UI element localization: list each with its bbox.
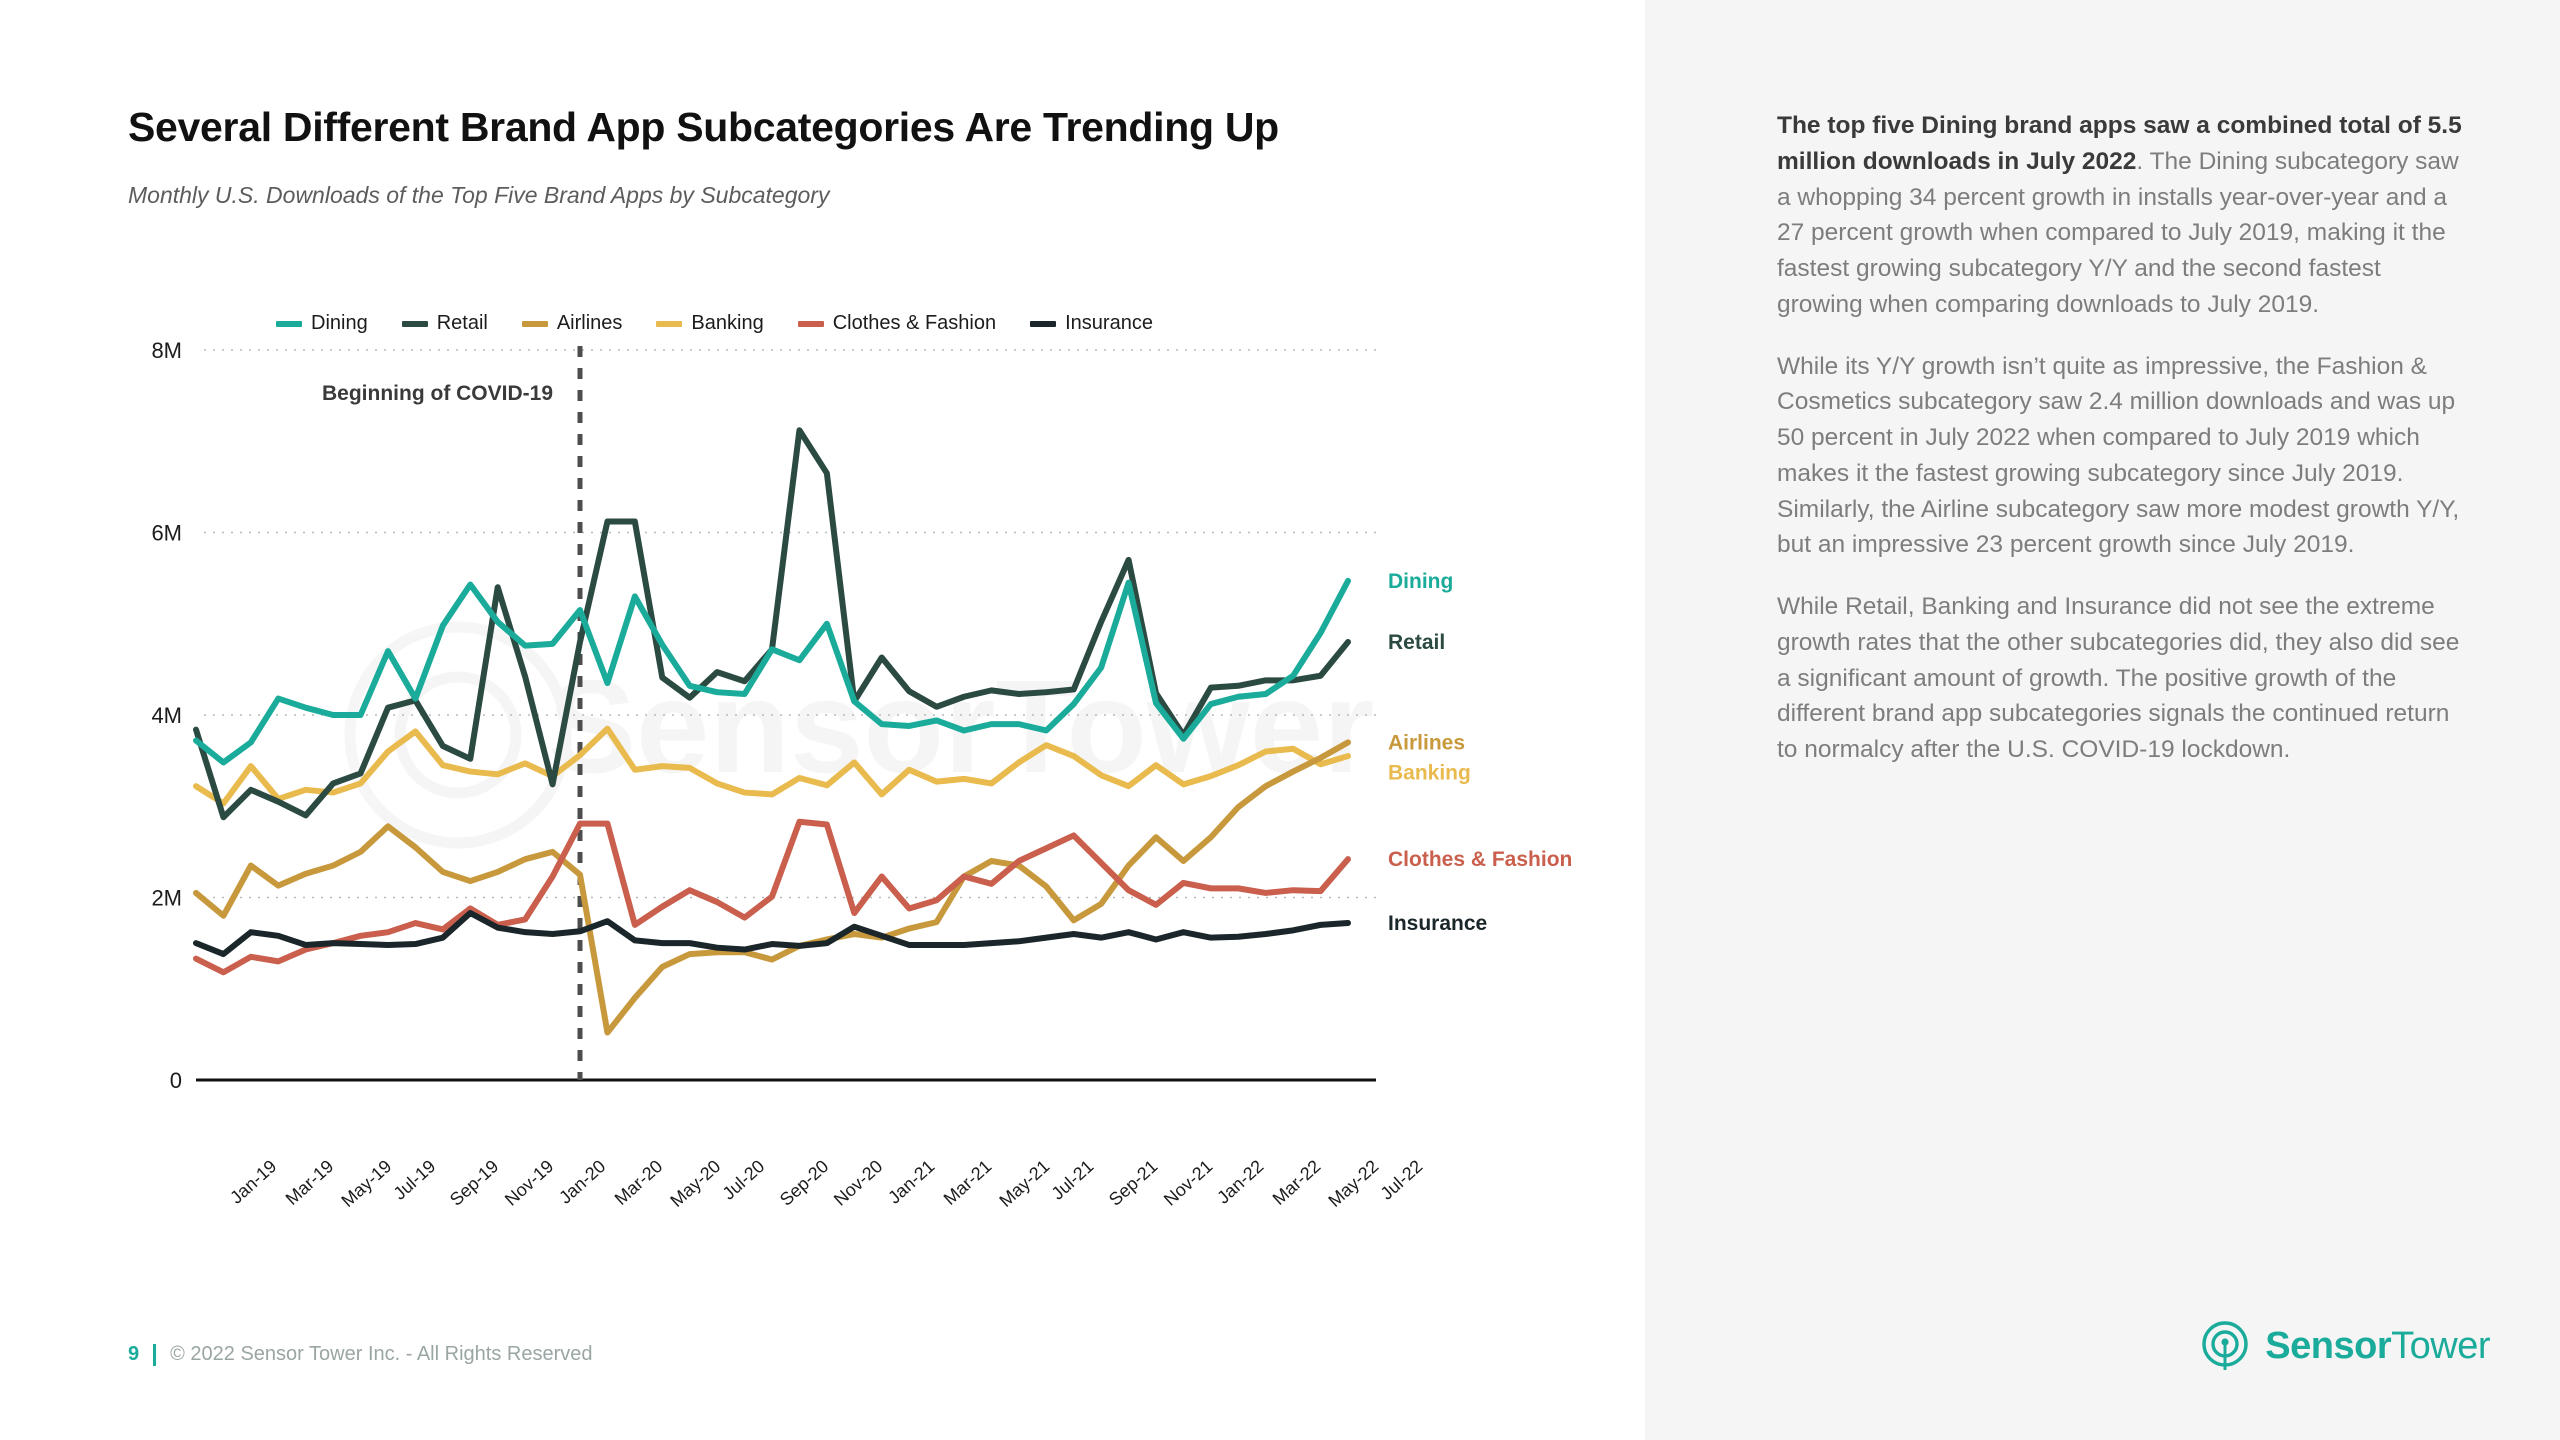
x-axis-tick-label: Jan-20 [555,1156,610,1208]
x-axis-tick-label: Nov-21 [1159,1156,1216,1210]
commentary-paragraph: The top five Dining brand apps saw a com… [1777,108,2467,323]
x-axis-tick-label: Jan-19 [226,1156,281,1208]
legend-item-airlines[interactable]: Airlines [521,312,623,335]
legend-item-banking[interactable]: Banking [656,312,764,335]
legend-item-dining[interactable]: Dining [276,312,368,335]
x-axis-tick-label: Sep-20 [775,1156,832,1210]
copyright-text: © 2022 Sensor Tower Inc. - All Rights Re… [170,1343,593,1365]
x-axis-tick-label: Jul-19 [389,1156,439,1204]
x-axis-tick-label: Jan-21 [884,1156,939,1208]
chart-panel: Several Different Brand App Subcategorie… [0,0,1645,1440]
slide-root: Several Different Brand App Subcategorie… [0,0,2560,1440]
y-axis-tick-label: 8M [151,340,182,363]
x-axis-tick-label: Mar-20 [610,1156,667,1210]
series-end-label-banking: Banking [1388,761,1471,784]
legend-item-label: Clothes & Fashion [832,312,997,334]
x-axis-tick-label: Jul-20 [718,1156,769,1204]
legend-item-label: Banking [691,312,764,334]
x-axis-tick-label: Mar-19 [281,1156,338,1210]
x-axis-tick-label: May-19 [337,1156,396,1212]
logo-wordmark: SensorTower [2265,1325,2490,1368]
series-end-label-dining: Dining [1388,570,1453,593]
legend-swatch-icon [797,320,824,327]
series-end-label-retail: Retail [1388,631,1445,654]
x-axis-tick-label: Sep-19 [446,1156,503,1210]
footer-divider [153,1343,157,1366]
logo-brand-light: Tower [2391,1324,2490,1367]
sensor-tower-watermark: SensorTower [344,621,1374,849]
x-axis-tick-label: Sep-21 [1104,1156,1162,1210]
legend-item-insurance[interactable]: Insurance [1030,312,1153,335]
x-axis-tick-label: Nov-19 [501,1156,558,1210]
x-axis-tick-labels: Jan-19 Mar-19 May-19 Jul-19 Sep-19 Nov-19 Jan-… [128,1150,1628,1260]
x-axis-tick-label: Jan-22 [1213,1156,1268,1208]
line-chart: SensorTower 0 2M 4M 6M 8M Dining Retail Airlines… [128,340,1628,1140]
series-end-label-insurance: Insurance [1388,912,1487,935]
legend-item-label: Dining [311,312,368,334]
x-axis-tick-label: May-20 [666,1156,725,1212]
legend-swatch-icon [521,320,548,327]
x-axis-tick-label: Nov-20 [830,1156,887,1210]
page-number: 9 [128,1343,140,1365]
y-axis-tick-label: 4M [151,703,182,728]
commentary-panel: The top five Dining brand apps saw a com… [1645,0,2560,1440]
series-end-label-clothes-fashion: Clothes & Fashion [1388,848,1572,871]
legend-swatch-icon [1030,320,1057,327]
commentary-body: While Retail, Banking and Insurance did … [1777,593,2460,764]
legend-swatch-icon [401,320,428,327]
series-end-label-airlines: Airlines [1388,731,1465,754]
logo-brand-bold: Sensor [2265,1324,2392,1367]
x-axis-tick-label: May-22 [1324,1156,1383,1212]
legend-item-label: Insurance [1065,312,1153,334]
y-axis-tick-label: 0 [170,1068,182,1093]
commentary-text: The top five Dining brand apps saw a com… [1777,108,2467,794]
footer: 9 © 2022 Sensor Tower Inc. - All Rights … [128,1343,592,1366]
page-subtitle: Monthly U.S. Downloads of the Top Five B… [128,182,830,208]
chart-svg: SensorTower 0 2M 4M 6M 8M Dining Retail Airlines… [151,340,1572,1093]
x-axis-tick-label: Jul-21 [1047,1156,1098,1204]
y-axis-tick-label: 2M [151,886,182,911]
x-axis-tick-label: Mar-22 [1268,1156,1325,1210]
legend-swatch-icon [276,320,302,327]
legend-swatch-icon [656,320,683,327]
commentary-paragraph: While its Y/Y growth isn’t quite as impr… [1777,349,2467,564]
legend-item-clothes-fashion[interactable]: Clothes & Fashion [797,312,997,335]
page-title: Several Different Brand App Subcategorie… [128,104,1279,150]
x-axis-tick-label: Jul-22 [1376,1156,1427,1204]
commentary-body: While its Y/Y growth isn’t quite as impr… [1777,352,2460,559]
y-axis-tick-label: 6M [151,521,182,546]
sensor-tower-signal-icon [2202,1321,2248,1370]
legend-item-label: Airlines [556,312,623,334]
chart-legend: Dining Retail Airlines Banking Clothes & Fas… [276,312,1153,335]
sensor-tower-logo: SensorTower [2199,1320,2490,1372]
x-axis-tick-label: Mar-21 [939,1156,996,1210]
x-axis-tick-label: May-21 [995,1156,1054,1212]
commentary-paragraph: While Retail, Banking and Insurance did … [1777,589,2467,768]
legend-item-retail[interactable]: Retail [401,312,488,335]
legend-item-label: Retail [436,312,488,334]
